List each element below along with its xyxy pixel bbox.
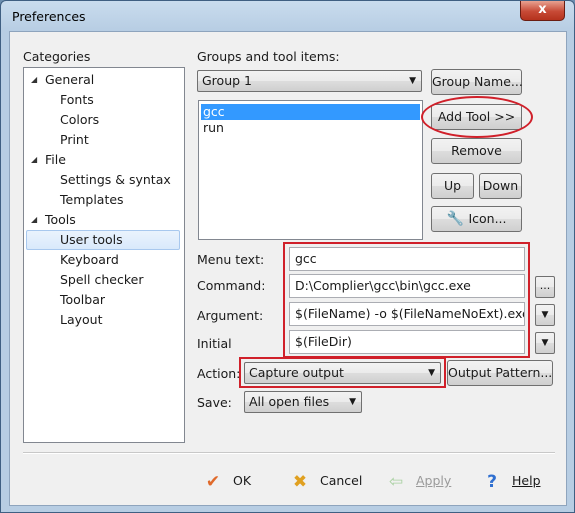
group-select[interactable]: Group 1 ▼ xyxy=(197,70,422,92)
chevron-down-icon: ▼ xyxy=(541,338,549,348)
tree-item-label: Colors xyxy=(60,112,100,127)
icon-button-label: Icon... xyxy=(468,211,507,226)
browse-command-button[interactable]: ... xyxy=(535,276,555,298)
chevron-down-icon: ▼ xyxy=(541,310,549,320)
chevron-down-icon: ▼ xyxy=(349,397,356,407)
tree-item-label: Print xyxy=(60,132,89,147)
action-label: Action: xyxy=(197,366,241,381)
tree-item[interactable]: Layout xyxy=(60,310,103,330)
menu-text-label: Menu text: xyxy=(197,252,265,267)
tree-item[interactable]: Spell checker xyxy=(60,270,143,290)
back-arrow-icon: ⇦ xyxy=(388,471,404,492)
output-pattern-button[interactable]: Output Pattern... xyxy=(447,360,553,386)
group-name-button[interactable]: Group Name... xyxy=(431,69,523,95)
close-button[interactable]: x xyxy=(520,1,565,21)
argument-label: Argument: xyxy=(197,308,264,323)
expand-arrow-icon[interactable]: ◢ xyxy=(31,70,37,90)
ok-button[interactable]: ✔ OK xyxy=(203,469,251,493)
up-button[interactable]: Up xyxy=(431,173,474,199)
tree-item[interactable]: Colors xyxy=(60,110,99,130)
tree-item-label: Templates xyxy=(60,192,124,207)
categories-tree[interactable]: ◢ General Fonts Colors Print ◢ File Settings & … xyxy=(23,67,185,443)
save-select-value: All open files xyxy=(249,394,330,409)
group-select-value: Group 1 xyxy=(202,73,252,88)
command-label: Command: xyxy=(197,278,266,293)
groups-heading: Groups and tool items: xyxy=(197,49,340,64)
help-button[interactable]: ? Help xyxy=(482,469,541,493)
remove-button[interactable]: Remove xyxy=(431,138,522,164)
close-icon: x xyxy=(538,2,547,17)
tree-item[interactable]: Fonts xyxy=(60,90,94,110)
list-item[interactable]: gcc xyxy=(201,104,420,120)
tree-item-label: Tools xyxy=(45,212,76,227)
save-select[interactable]: All open files ▼ xyxy=(244,391,362,413)
initial-label: Initial xyxy=(197,336,232,351)
cancel-button[interactable]: ✖ Cancel xyxy=(290,469,362,493)
ok-label: OK xyxy=(233,473,252,488)
categories-heading: Categories xyxy=(23,49,91,64)
tree-item[interactable]: Toolbar xyxy=(60,290,105,310)
tree-item-label: Fonts xyxy=(60,92,94,107)
tree-item[interactable]: ◢ File xyxy=(28,150,66,170)
tree-item[interactable]: ◢ Tools xyxy=(28,210,76,230)
expand-arrow-icon[interactable]: ◢ xyxy=(31,210,37,230)
preferences-window: Preferences x Categories ◢ General Fonts Co… xyxy=(0,0,575,513)
tree-item-label: File xyxy=(45,152,66,167)
initial-dropdown-button[interactable]: ▼ xyxy=(535,332,555,354)
action-highlight-annotation xyxy=(239,357,446,388)
list-item[interactable]: run xyxy=(201,120,420,136)
expand-arrow-icon[interactable]: ◢ xyxy=(31,150,37,170)
tree-item[interactable]: User tools xyxy=(26,230,180,250)
tree-item-label: Spell checker xyxy=(60,272,144,287)
tool-items-list[interactable]: gcc run xyxy=(198,100,423,240)
tree-item[interactable]: Keyboard xyxy=(60,250,119,270)
argument-dropdown-button[interactable]: ▼ xyxy=(535,304,555,326)
help-label: Help xyxy=(512,473,541,488)
dialog-client-area: Categories ◢ General Fonts Colors Print ◢ File… xyxy=(9,31,567,506)
tree-item-label: Toolbar xyxy=(60,292,106,307)
tree-item-label: Keyboard xyxy=(60,252,119,267)
apply-label: Apply xyxy=(416,473,452,488)
footer-divider xyxy=(23,452,555,454)
fields-highlight-annotation xyxy=(283,242,530,358)
tree-item[interactable]: Templates xyxy=(60,190,124,210)
tree-item-label: General xyxy=(45,72,95,87)
wrench-icon: 🔧 xyxy=(446,211,465,227)
save-label: Save: xyxy=(197,395,232,410)
cancel-label: Cancel xyxy=(320,473,363,488)
tree-item-label: Settings & syntax xyxy=(60,172,171,187)
help-icon: ? xyxy=(487,471,497,492)
apply-button[interactable]: ⇦ Apply xyxy=(386,469,451,493)
add-tool-highlight-annotation xyxy=(421,96,533,138)
icon-button[interactable]: 🔧 Icon... xyxy=(431,206,522,232)
cancel-x-icon: ✖ xyxy=(292,471,308,492)
checkmark-icon: ✔ xyxy=(205,471,221,492)
title-bar[interactable]: Preferences x xyxy=(1,1,574,31)
window-title: Preferences xyxy=(12,9,86,24)
tree-item[interactable]: ◢ General xyxy=(28,70,94,90)
tree-item[interactable]: Settings & syntax xyxy=(60,170,171,190)
tree-item-label: User tools xyxy=(60,232,123,247)
tree-item[interactable]: Print xyxy=(60,130,89,150)
down-button[interactable]: Down xyxy=(479,173,522,199)
chevron-down-icon: ▼ xyxy=(409,76,416,86)
tree-item-label: Layout xyxy=(60,312,103,327)
